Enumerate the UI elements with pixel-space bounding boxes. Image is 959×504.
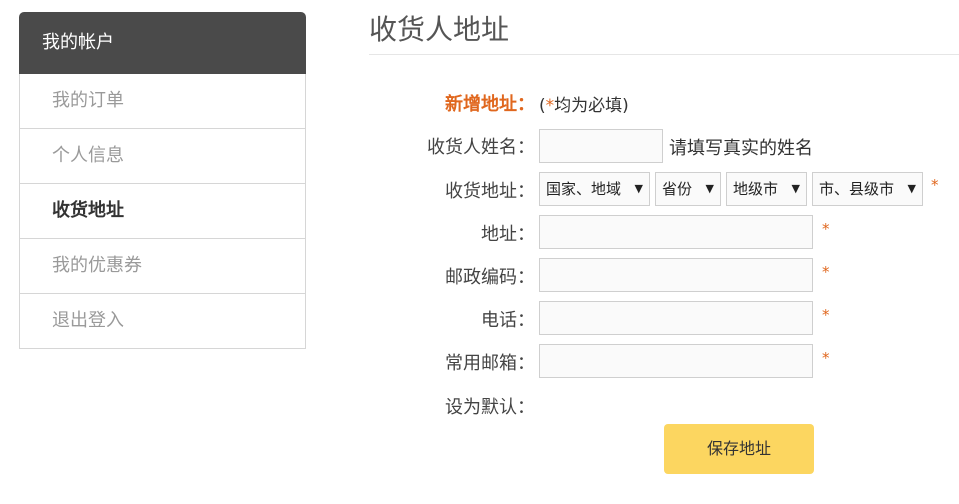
phone-required-star: * xyxy=(822,306,830,324)
city-select-value: 地级市 xyxy=(733,180,779,198)
postcode-label: 邮政编码： xyxy=(445,267,535,288)
region-required-star: * xyxy=(931,176,939,194)
email-input[interactable] xyxy=(539,344,813,378)
page-title: 收货人地址 xyxy=(369,13,510,46)
title-divider xyxy=(369,54,959,55)
country-select[interactable]: 国家、地域 ▼ xyxy=(539,172,650,206)
default-label: 设为默认： xyxy=(445,397,535,418)
required-note-prefix: ( xyxy=(539,96,546,116)
phone-label: 电话： xyxy=(481,310,535,331)
sidebar-item-logout[interactable]: 退出登入 xyxy=(19,294,306,349)
required-note: (*均为必填) xyxy=(539,91,629,116)
name-hint: 请填写真实的姓名 xyxy=(669,138,813,159)
save-address-button[interactable]: 保存地址 xyxy=(664,424,814,474)
name-input[interactable] xyxy=(539,129,663,163)
email-required-star: * xyxy=(822,349,830,367)
chevron-down-icon: ▼ xyxy=(907,182,916,195)
postcode-required-star: * xyxy=(822,263,830,281)
required-note-suffix: 均为必填) xyxy=(554,96,629,116)
sidebar-item-address[interactable]: 收货地址 xyxy=(19,184,306,239)
address-label: 地址： xyxy=(481,224,535,245)
new-address-label: 新增地址： xyxy=(445,94,535,115)
postcode-input[interactable] xyxy=(539,258,813,292)
chevron-down-icon: ▼ xyxy=(634,182,643,195)
email-label: 常用邮箱： xyxy=(445,353,535,374)
sidebar-item-orders[interactable]: 我的订单 xyxy=(19,74,306,129)
chevron-down-icon: ▼ xyxy=(791,182,800,195)
county-select-value: 市、县级市 xyxy=(819,180,895,198)
city-select[interactable]: 地级市 ▼ xyxy=(726,172,807,206)
sidebar-header: 我的帐户 xyxy=(19,12,306,74)
required-note-star: * xyxy=(545,96,555,116)
phone-input[interactable] xyxy=(539,301,813,335)
province-select[interactable]: 省份 ▼ xyxy=(655,172,721,206)
country-select-value: 国家、地域 xyxy=(546,180,622,198)
county-select[interactable]: 市、县级市 ▼ xyxy=(812,172,923,206)
address-required-star: * xyxy=(822,220,830,238)
address-input[interactable] xyxy=(539,215,813,249)
name-label: 收货人姓名： xyxy=(427,137,535,158)
region-label: 收货地址： xyxy=(445,181,535,202)
chevron-down-icon: ▼ xyxy=(705,182,714,195)
account-sidebar: 我的帐户 我的订单 个人信息 收货地址 我的优惠券 退出登入 xyxy=(19,12,306,349)
sidebar-item-coupons[interactable]: 我的优惠券 xyxy=(19,239,306,294)
sidebar-item-profile[interactable]: 个人信息 xyxy=(19,129,306,184)
province-select-value: 省份 xyxy=(662,180,693,198)
